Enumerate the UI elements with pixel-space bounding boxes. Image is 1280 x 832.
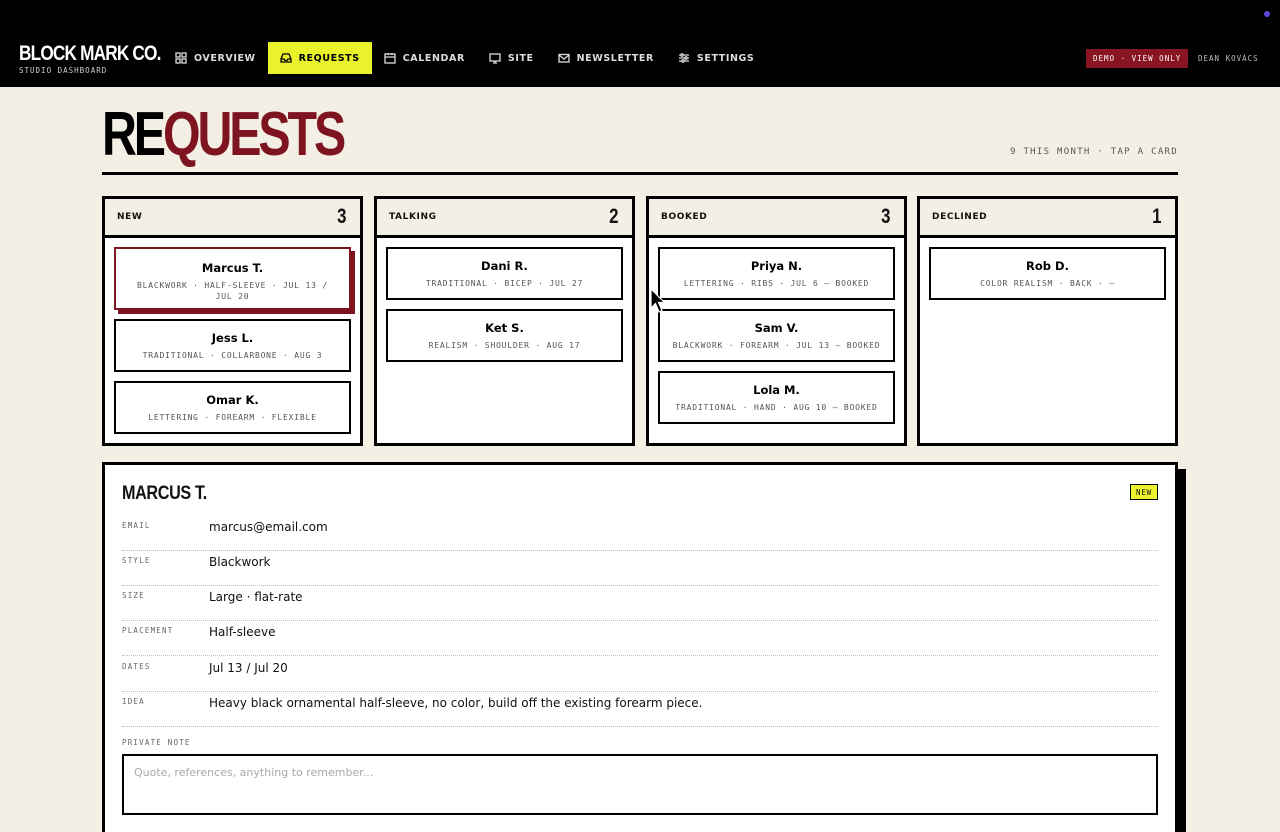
- card-name: Jess L.: [211, 331, 254, 345]
- status-dot-icon: [1264, 11, 1270, 17]
- column-new: NEW 3 Marcus T. BLACKWORK · HALF-SLEEVE …: [102, 196, 363, 446]
- nav-calendar-label: CALENDAR: [402, 52, 465, 64]
- private-note-label: PRIVATE NOTE: [122, 738, 191, 747]
- field-label: PLACEMENT: [122, 626, 174, 635]
- column-declined: DECLINED 1 Rob D. COLOR REALISM · BACK ·…: [917, 196, 1178, 446]
- column-header: DECLINED 1: [920, 199, 1175, 238]
- column-title: NEW: [117, 212, 143, 222]
- column-header: BOOKED 3: [649, 199, 904, 238]
- private-note-field[interactable]: [122, 754, 1158, 815]
- field-label: IDEA: [122, 697, 145, 706]
- nav-site-label: SITE: [507, 52, 534, 64]
- card-name: Omar K.: [206, 393, 259, 407]
- nav-newsletter[interactable]: NEWSLETTER: [546, 42, 666, 74]
- field-label: SIZE: [122, 591, 145, 600]
- request-card[interactable]: Lola M. TRADITIONAL · HAND · AUG 10 — BO…: [658, 371, 895, 424]
- page-title: REQUESTS: [102, 100, 346, 170]
- field-value: Half-sleeve: [209, 625, 276, 639]
- column-title: BOOKED: [661, 212, 708, 222]
- column-header: NEW 3: [105, 199, 360, 238]
- page-title-part1: RE: [102, 100, 166, 169]
- column-count: 2: [609, 205, 619, 228]
- detail-row-email: EMAIL marcus@email.com: [122, 515, 1158, 551]
- detail-client-name: MARCUS T.: [122, 483, 207, 504]
- card-meta: COLOR REALISM · BACK · —: [980, 279, 1115, 288]
- page-title-part2: QUESTS: [162, 100, 346, 169]
- card-meta: BLACKWORK · HALF-SLEEVE · JUL 13 / JUL 2…: [137, 281, 328, 301]
- brand-name: BLOCK MARK CO.: [19, 42, 161, 65]
- request-card[interactable]: Rob D. COLOR REALISM · BACK · —: [929, 247, 1166, 300]
- user-name[interactable]: DEAN KOVÁCS: [1198, 54, 1259, 63]
- nav-overview-label: OVERVIEW: [194, 52, 256, 64]
- nav-settings[interactable]: SETTINGS: [666, 42, 766, 74]
- card-meta: REALISM · SHOULDER · AUG 17: [428, 341, 581, 350]
- nav-site[interactable]: SITE: [477, 42, 546, 74]
- page-meta: 9 THIS MONTH · TAP A CARD: [1010, 147, 1178, 157]
- status-badge: NEW: [1130, 484, 1158, 500]
- nav-settings-label: SETTINGS: [696, 52, 755, 64]
- field-value: Jul 13 / Jul 20: [209, 661, 288, 675]
- field-value: Large · flat-rate: [209, 590, 303, 604]
- top-navbar: BLOCK MARK CO. STUDIO DASHBOARD OVERVIEW…: [0, 0, 1280, 87]
- column-count: 3: [337, 205, 347, 228]
- card-meta: LETTERING · FOREARM · FLEXIBLE: [148, 413, 317, 422]
- column-booked: BOOKED 3 Priya N. LETTERING · RIBS · JUL…: [646, 196, 907, 446]
- nav-overview[interactable]: OVERVIEW: [163, 42, 268, 74]
- request-card[interactable]: Omar K. LETTERING · FOREARM · FLEXIBLE: [114, 381, 351, 434]
- card-name: Sam V.: [754, 321, 799, 335]
- inbox-icon: [279, 53, 292, 63]
- card-name: Dani R.: [481, 259, 528, 273]
- title-divider: [102, 172, 1178, 175]
- calendar-icon: [384, 53, 396, 64]
- request-card[interactable]: Dani R. TRADITIONAL · BICEP · JUL 27: [386, 247, 623, 300]
- card-name: Lola M.: [753, 383, 800, 397]
- field-value[interactable]: marcus@email.com: [209, 520, 328, 534]
- field-value: Heavy black ornamental half-sleeve, no c…: [209, 696, 703, 710]
- nav-requests-label: REQUESTS: [298, 52, 360, 64]
- mouse-cursor-icon: [650, 288, 666, 313]
- detail-row-placement: PLACEMENT Half-sleeve: [122, 620, 1158, 656]
- detail-row-style: STYLE Blackwork: [122, 550, 1158, 586]
- detail-row-size: SIZE Large · flat-rate: [122, 585, 1158, 621]
- detail-row-dates: DATES Jul 13 / Jul 20: [122, 656, 1158, 692]
- sliders-icon: [678, 53, 689, 63]
- mail-icon: [557, 53, 570, 63]
- nav-newsletter-label: NEWSLETTER: [576, 52, 654, 64]
- card-meta: TRADITIONAL · HAND · AUG 10 — BOOKED: [675, 403, 878, 412]
- demo-badge: DEMO · VIEW ONLY: [1086, 49, 1189, 68]
- column-talking: TALKING 2 Dani R. TRADITIONAL · BICEP · …: [374, 196, 635, 446]
- column-title: DECLINED: [932, 212, 988, 222]
- request-card[interactable]: Ket S. REALISM · SHOULDER · AUG 17: [386, 309, 623, 362]
- detail-row-idea: IDEA Heavy black ornamental half-sleeve,…: [122, 691, 1158, 727]
- card-name: Ket S.: [485, 321, 524, 335]
- field-label: EMAIL: [122, 521, 151, 530]
- card-meta: BLACKWORK · FOREARM · JUL 13 — BOOKED: [672, 341, 881, 350]
- request-card-selected[interactable]: Marcus T. BLACKWORK · HALF-SLEEVE · JUL …: [114, 247, 351, 310]
- card-meta: TRADITIONAL · COLLARBONE · AUG 3: [142, 351, 323, 360]
- column-count: 3: [881, 205, 891, 228]
- column-header: TALKING 2: [377, 199, 632, 238]
- column-count: 1: [1152, 205, 1162, 228]
- card-meta: TRADITIONAL · BICEP · JUL 27: [425, 279, 584, 288]
- request-detail-panel: MARCUS T. NEW EMAIL marcus@email.com STY…: [102, 462, 1178, 832]
- request-card[interactable]: Jess L. TRADITIONAL · COLLARBONE · AUG 3: [114, 319, 351, 372]
- card-name: Priya N.: [750, 259, 803, 273]
- field-value: Blackwork: [209, 555, 271, 569]
- request-card[interactable]: Sam V. BLACKWORK · FOREARM · JUL 13 — BO…: [658, 309, 895, 362]
- card-name: Rob D.: [1026, 259, 1069, 273]
- request-card[interactable]: Priya N. LETTERING · RIBS · JUL 6 — BOOK…: [658, 247, 895, 300]
- column-title: TALKING: [389, 212, 437, 222]
- monitor-icon: [489, 53, 501, 64]
- card-name: Marcus T.: [201, 261, 264, 275]
- nav-requests[interactable]: REQUESTS: [267, 42, 372, 74]
- main-nav: OVERVIEW REQUESTS CALENDAR SITE NEWSLETT…: [163, 42, 766, 74]
- field-label: DATES: [122, 662, 151, 671]
- grid-icon: [175, 52, 187, 64]
- field-label: STYLE: [122, 556, 151, 565]
- card-meta: LETTERING · RIBS · JUL 6 — BOOKED: [683, 279, 870, 288]
- nav-calendar[interactable]: CALENDAR: [372, 42, 477, 74]
